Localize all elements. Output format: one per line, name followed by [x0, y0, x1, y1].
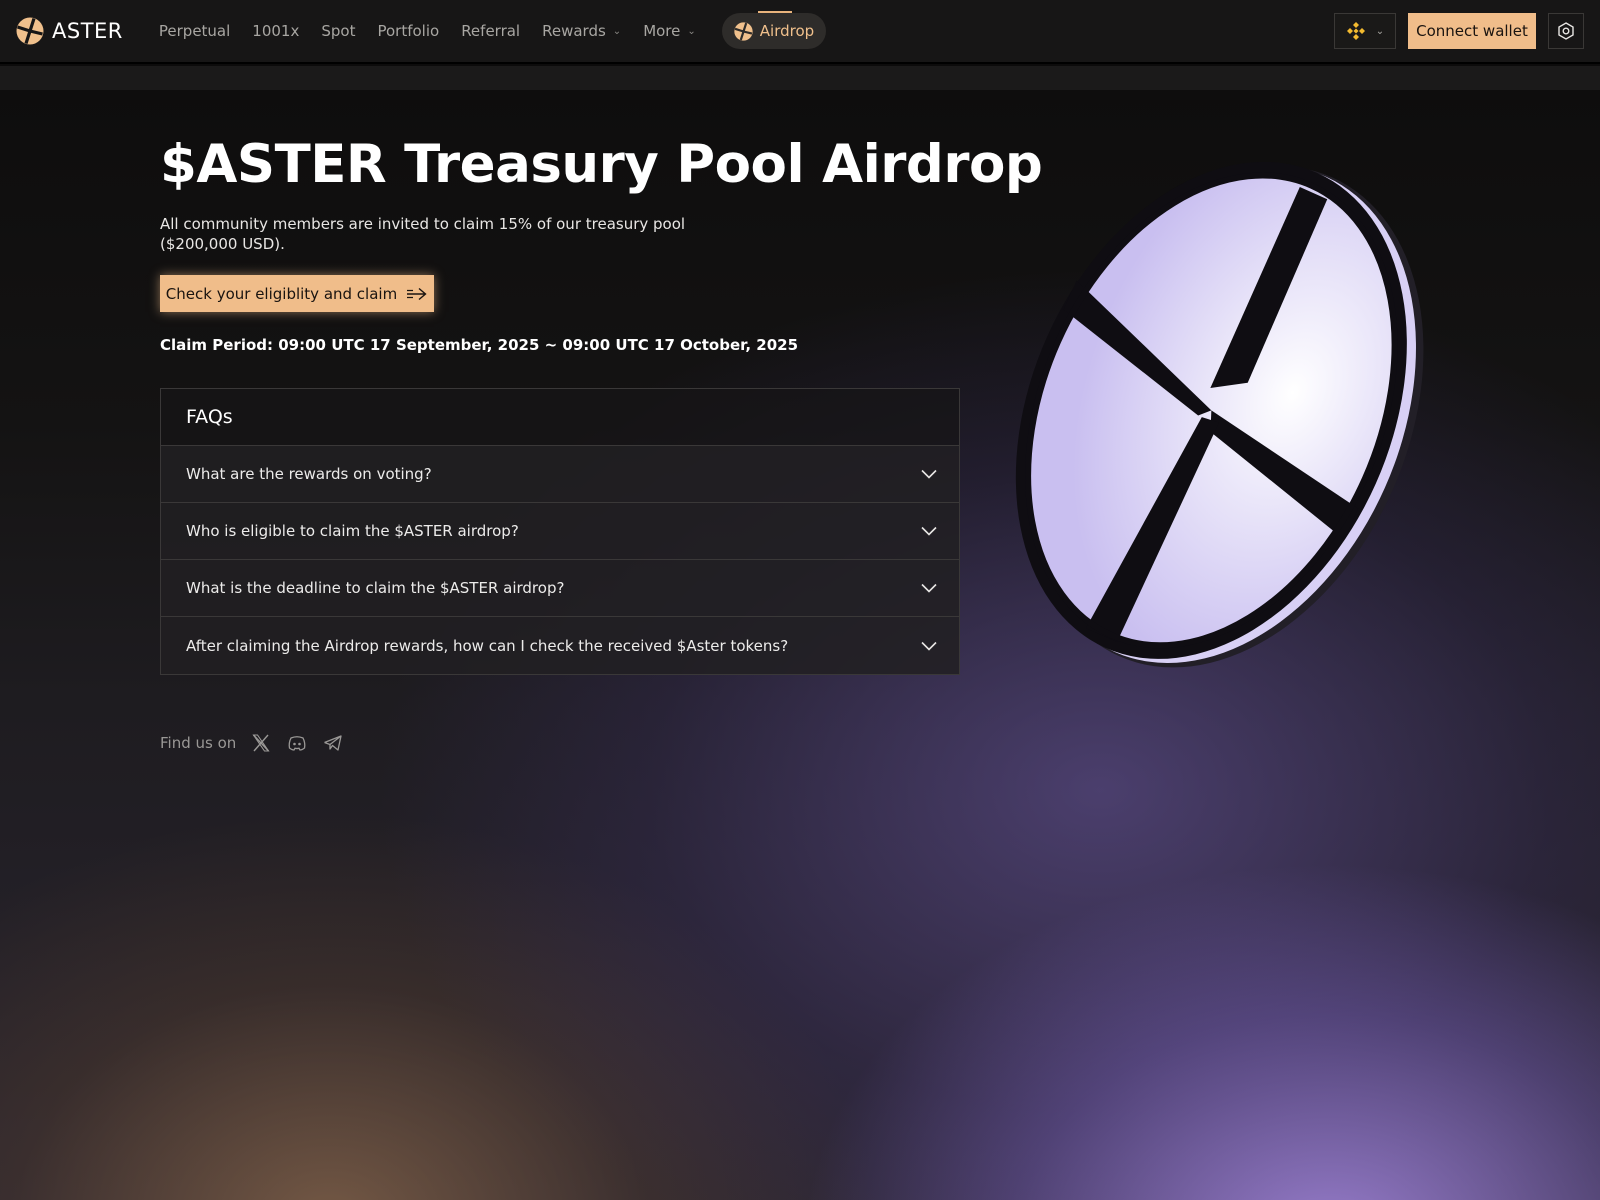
- page-title: $ASTER Treasury Pool Airdrop: [160, 134, 1043, 195]
- faq-question: What is the deadline to claim the $ASTER…: [186, 579, 565, 597]
- nav-portfolio[interactable]: Portfolio: [377, 22, 439, 40]
- nav-airdrop[interactable]: Airdrop: [721, 11, 827, 49]
- nav-more-dropdown[interactable]: More ⌄: [643, 22, 696, 40]
- faq-title: FAQs: [161, 389, 959, 446]
- telegram-icon: [324, 735, 342, 751]
- nav-referral[interactable]: Referral: [461, 22, 520, 40]
- discord-icon: [288, 736, 306, 751]
- bnb-chain-icon: [1346, 22, 1365, 40]
- chevron-down-icon: [921, 583, 937, 593]
- faq-item[interactable]: Who is eligible to claim the $ASTER aird…: [161, 503, 959, 560]
- nav-perpetual[interactable]: Perpetual: [159, 22, 230, 40]
- nav-portfolio-label: Portfolio: [377, 22, 440, 40]
- nav-rewards-dropdown[interactable]: Rewards ⌄: [542, 22, 621, 40]
- nav-perpetual-label: Perpetual: [158, 22, 231, 40]
- claim-period-text: Claim Period: 09:00 UTC 17 September, 20…: [160, 336, 799, 354]
- telegram-link[interactable]: [322, 732, 344, 754]
- chevron-down-icon: ⌄: [612, 25, 622, 37]
- nav-spot-label: Spot: [321, 22, 356, 40]
- top-navbar: ASTER Perpetual 1001x Spot Portfolio Ref…: [0, 0, 1600, 64]
- faq-question: What are the rewards on voting?: [186, 465, 432, 483]
- find-us-label: Find us on: [160, 734, 237, 752]
- x-icon: [252, 734, 270, 752]
- discord-link[interactable]: [286, 732, 308, 754]
- chevron-down-icon: ⌄: [687, 25, 696, 37]
- arrow-right-icon: [407, 287, 427, 300]
- nav-more-label: More: [643, 22, 681, 40]
- faq-item[interactable]: What is the deadline to claim the $ASTER…: [161, 560, 959, 617]
- nav-airdrop-label: Airdrop: [759, 22, 815, 40]
- faq-question: Who is eligible to claim the $ASTER aird…: [186, 522, 519, 540]
- chevron-down-icon: [921, 526, 937, 536]
- settings-button[interactable]: [1548, 13, 1584, 49]
- brand-logo[interactable]: ASTER: [16, 17, 123, 45]
- connect-wallet-button[interactable]: Connect wallet: [1408, 13, 1536, 49]
- aster-coin-illustration: [1015, 161, 1424, 668]
- main-nav: Perpetual 1001x Spot Portfolio Referral …: [137, 11, 827, 49]
- brand-name: ASTER: [52, 19, 123, 43]
- nav-1001x[interactable]: 1001x: [252, 22, 299, 40]
- nav-1001x-label: 1001x: [252, 22, 300, 40]
- aster-logo-icon: [734, 21, 753, 41]
- faq-question: After claiming the Airdrop rewards, how …: [186, 636, 789, 655]
- sub-header-bar: [0, 66, 1600, 90]
- nav-referral-label: Referral: [461, 22, 521, 40]
- page-subtitle: All community members are invited to cla…: [160, 215, 686, 253]
- nav-actions: ⌄ Connect wallet: [1334, 13, 1600, 49]
- x-link[interactable]: [250, 732, 272, 754]
- faq-item[interactable]: After claiming the Airdrop rewards, how …: [161, 617, 959, 674]
- chain-selector[interactable]: ⌄: [1334, 13, 1396, 49]
- faq-item[interactable]: What are the rewards on voting?: [161, 446, 959, 503]
- settings-icon: [1558, 22, 1574, 40]
- check-eligibility-label: Check your eligiblity and claim: [165, 284, 398, 303]
- social-links: Find us on: [160, 732, 344, 754]
- chevron-down-icon: [921, 469, 937, 479]
- nav-spot[interactable]: Spot: [321, 22, 355, 40]
- faq-panel: FAQs What are the rewards on voting? Who…: [160, 388, 960, 675]
- chevron-down-icon: ⌄: [1375, 25, 1385, 37]
- chevron-down-icon: [921, 641, 937, 651]
- airdrop-hero-section: $ASTER Treasury Pool Airdrop All communi…: [0, 90, 1600, 1200]
- aster-logo-icon: [16, 17, 44, 45]
- check-eligibility-button[interactable]: Check your eligiblity and claim: [160, 275, 434, 312]
- nav-rewards-label: Rewards: [542, 22, 606, 40]
